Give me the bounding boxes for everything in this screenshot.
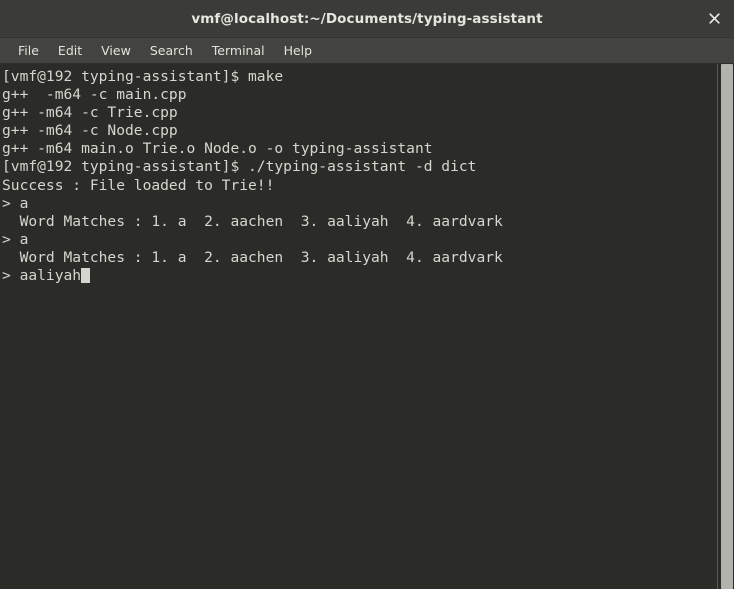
terminal-line: Word Matches : 1. a 2. aachen 3. aaliyah…	[2, 248, 503, 266]
terminal-line: g++ -m64 main.o Trie.o Node.o -o typing-…	[2, 140, 433, 158]
menu-item-terminal[interactable]: Terminal	[203, 41, 274, 60]
close-icon	[708, 12, 721, 25]
terminal-area[interactable]: [vmf@192 typing-assistant]$ make g++ -m6…	[0, 64, 734, 589]
terminal-scrollbar[interactable]	[717, 64, 734, 589]
terminal-prompt-text: > aaliyah	[2, 267, 82, 285]
terminal-prompt-line: > aaliyah	[2, 267, 717, 285]
scrollbar-thumb[interactable]	[721, 64, 733, 589]
close-button[interactable]	[700, 5, 728, 33]
terminal-line: [vmf@192 typing-assistant]$ ./typing-ass…	[2, 158, 477, 176]
terminal-line: g++ -m64 -c Trie.cpp	[2, 104, 178, 122]
terminal-line: [vmf@192 typing-assistant]$ make	[2, 68, 284, 85]
menu-item-search[interactable]: Search	[141, 41, 202, 60]
menu-item-file[interactable]: File	[9, 41, 48, 60]
window-titlebar: vmf@localhost:~/Documents/typing-assista…	[0, 0, 734, 38]
terminal-line: g++ -m64 -c main.cpp	[2, 86, 187, 104]
terminal-window: vmf@localhost:~/Documents/typing-assista…	[0, 0, 734, 589]
terminal-line: > a	[2, 230, 29, 248]
menu-item-edit[interactable]: Edit	[49, 41, 91, 60]
menu-item-help[interactable]: Help	[275, 41, 322, 60]
terminal-output[interactable]: [vmf@192 typing-assistant]$ make g++ -m6…	[0, 64, 717, 589]
terminal-line: Success : File loaded to Trie!!	[2, 176, 275, 194]
terminal-line: g++ -m64 -c Node.cpp	[2, 122, 178, 140]
menubar: File Edit View Search Terminal Help	[0, 38, 734, 64]
terminal-line: Word Matches : 1. a 2. aachen 3. aaliyah…	[2, 212, 503, 230]
terminal-line: > a	[2, 194, 29, 212]
menu-item-view[interactable]: View	[92, 41, 140, 60]
window-title: vmf@localhost:~/Documents/typing-assista…	[191, 10, 543, 27]
block-cursor	[81, 268, 90, 284]
